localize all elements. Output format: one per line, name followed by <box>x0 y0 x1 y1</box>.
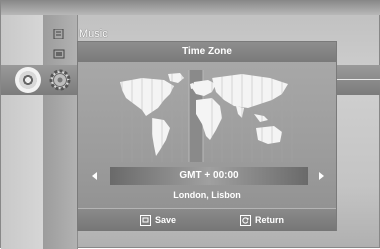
save-label: Save <box>155 215 177 225</box>
gear-icon[interactable] <box>47 67 73 93</box>
menu-divider-line <box>337 79 380 80</box>
return-label: Return <box>255 215 284 225</box>
photo-icon <box>53 49 65 59</box>
save-button[interactable]: Save <box>140 213 176 227</box>
time-zone-value: GMT + 00:00 <box>179 170 239 181</box>
world-map[interactable] <box>112 70 298 162</box>
left-column <box>1 15 44 249</box>
time-zone-dialog: Time Zone GMT + 00:00 London, Lisbon Sav… <box>77 41 337 231</box>
save-icon <box>140 214 151 226</box>
left-arrow-icon[interactable] <box>90 170 100 182</box>
music-icon <box>53 29 64 39</box>
dialog-title: Time Zone <box>182 46 232 57</box>
music-menu-label[interactable]: Music <box>79 28 108 40</box>
settings-screen: Music Time Zone GMT + 00:00 London, Lisb… <box>0 0 380 249</box>
right-arrow-icon[interactable] <box>316 170 326 182</box>
city-label: London, Lisbon <box>173 190 241 200</box>
top-frame <box>1 1 380 15</box>
dialog-footer: Save Return <box>78 208 336 231</box>
return-icon <box>240 214 251 226</box>
return-button[interactable]: Return <box>240 213 284 227</box>
disc-icon[interactable] <box>15 67 41 93</box>
